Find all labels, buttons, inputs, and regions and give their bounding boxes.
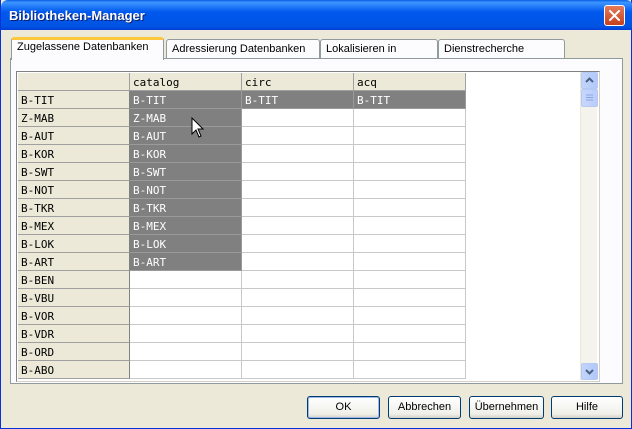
vertical-scrollbar[interactable] — [580, 72, 598, 380]
grid-cell[interactable] — [242, 217, 354, 235]
grid-empty-area — [466, 73, 586, 381]
column-header-catalog[interactable]: catalog — [130, 73, 242, 91]
grid-cell[interactable] — [354, 127, 466, 145]
grid-cell[interactable] — [242, 109, 354, 127]
grid-cell[interactable] — [354, 235, 466, 253]
row-header[interactable]: B-KOR — [18, 145, 130, 163]
row-header[interactable]: B-TIT — [18, 91, 130, 109]
grid-cell[interactable] — [354, 163, 466, 181]
row-header[interactable]: B-LOK — [18, 235, 130, 253]
close-icon — [609, 10, 620, 21]
row-header[interactable]: B-MEX — [18, 217, 130, 235]
grid-cell[interactable] — [130, 325, 242, 343]
row-header[interactable]: B-AUT — [18, 127, 130, 145]
grid-cell[interactable] — [242, 145, 354, 163]
cancel-button[interactable]: Abbrechen — [388, 396, 461, 419]
close-button[interactable] — [604, 5, 625, 26]
tab-label: Adressierung Datenbanken — [172, 43, 306, 55]
row-header[interactable]: B-BEN — [18, 271, 130, 289]
mouse-cursor-icon — [191, 117, 205, 138]
column-header-circ[interactable]: circ — [242, 73, 354, 91]
tab-label: Zugelassene Datenbanken — [17, 41, 149, 53]
tab-lokalisieren-in[interactable]: Lokalisieren in — [320, 39, 438, 59]
grid-cell[interactable] — [242, 307, 354, 325]
grid-corner-header — [18, 73, 130, 91]
grid-cell[interactable] — [354, 109, 466, 127]
grid-cell[interactable] — [354, 181, 466, 199]
grid-cell[interactable] — [130, 307, 242, 325]
grid-cell[interactable] — [354, 199, 466, 217]
row-header[interactable]: B-ART — [18, 253, 130, 271]
row-header[interactable]: B-ORD — [18, 343, 130, 361]
grid-cell[interactable]: B-TIT — [242, 91, 354, 109]
grid-cell[interactable] — [242, 343, 354, 361]
grid-cell[interactable] — [354, 217, 466, 235]
grid-cell[interactable] — [242, 253, 354, 271]
grid-cell[interactable] — [242, 235, 354, 253]
tab-dienstrecherche[interactable]: Dienstrecherche — [438, 39, 565, 59]
grid-cell[interactable] — [130, 271, 242, 289]
scroll-down-button[interactable] — [581, 363, 598, 380]
grid-cell[interactable]: B-TIT — [354, 91, 466, 109]
grid-cell[interactable]: B-AUT — [130, 127, 242, 145]
grid-cell[interactable] — [354, 271, 466, 289]
grid-cell[interactable]: Z-MAB — [130, 109, 242, 127]
chevron-down-icon — [585, 369, 594, 375]
dialog-window: Bibliotheken-Manager Zugelassene Datenba… — [0, 0, 632, 429]
help-button[interactable]: Hilfe — [551, 396, 623, 419]
ok-button[interactable]: OK — [307, 396, 380, 419]
column-header-acq[interactable]: acq — [354, 73, 466, 91]
tab-zugelassene-datenbanken[interactable]: Zugelassene Datenbanken — [11, 37, 164, 60]
grid-cell[interactable] — [242, 271, 354, 289]
row-header[interactable]: B-NOT — [18, 181, 130, 199]
grid-cell[interactable] — [354, 253, 466, 271]
row-header[interactable]: B-SWT — [18, 163, 130, 181]
grid-cell[interactable] — [354, 145, 466, 163]
row-header[interactable]: B-ABO — [18, 361, 130, 379]
grid-cell[interactable] — [242, 127, 354, 145]
row-header[interactable]: B-VDR — [18, 325, 130, 343]
title-bar[interactable]: Bibliotheken-Manager — [1, 0, 632, 30]
grid-cell[interactable]: B-NOT — [130, 181, 242, 199]
row-header[interactable]: B-TKR — [18, 199, 130, 217]
grid-cell[interactable] — [242, 289, 354, 307]
tab-label: Dienstrecherche — [444, 43, 525, 55]
grid-cell[interactable] — [130, 343, 242, 361]
grid-cell[interactable]: B-TIT — [130, 91, 242, 109]
grid-cell[interactable]: B-SWT — [130, 163, 242, 181]
tab-adressierung-datenbanken[interactable]: Adressierung Datenbanken — [166, 39, 320, 59]
grid-cell[interactable] — [242, 199, 354, 217]
grid-cell[interactable] — [130, 289, 242, 307]
grid-cell[interactable] — [354, 289, 466, 307]
grid-cell[interactable] — [242, 181, 354, 199]
row-header[interactable]: Z-MAB — [18, 109, 130, 127]
grid-cell[interactable]: B-TKR — [130, 199, 242, 217]
window-title: Bibliotheken-Manager — [9, 8, 145, 23]
grid-cell[interactable] — [242, 163, 354, 181]
row-header[interactable]: B-VOR — [18, 307, 130, 325]
grid-cell[interactable] — [130, 361, 242, 379]
grid-cell[interactable] — [242, 361, 354, 379]
grip-icon — [586, 94, 593, 101]
grid-cell[interactable]: B-LOK — [130, 235, 242, 253]
grid-cell[interactable]: B-MEX — [130, 217, 242, 235]
grid-cell[interactable] — [354, 343, 466, 361]
grid-cell[interactable] — [242, 325, 354, 343]
scroll-thumb[interactable] — [581, 89, 598, 107]
tab-label: Lokalisieren in — [326, 43, 397, 55]
grid-cell[interactable] — [354, 361, 466, 379]
grid-cell[interactable] — [354, 307, 466, 325]
database-grid[interactable]: catalog circ acq B-TIT B-TIT B-TIT B-TIT Z-MAB Z… — [16, 71, 600, 382]
scroll-up-button[interactable] — [581, 72, 598, 89]
row-header[interactable]: B-VBU — [18, 289, 130, 307]
grid-cell[interactable]: B-KOR — [130, 145, 242, 163]
chevron-up-icon — [585, 77, 594, 83]
apply-button[interactable]: Übernehmen — [469, 396, 544, 419]
grid-cell[interactable] — [354, 325, 466, 343]
grid-cell[interactable]: B-ART — [130, 253, 242, 271]
